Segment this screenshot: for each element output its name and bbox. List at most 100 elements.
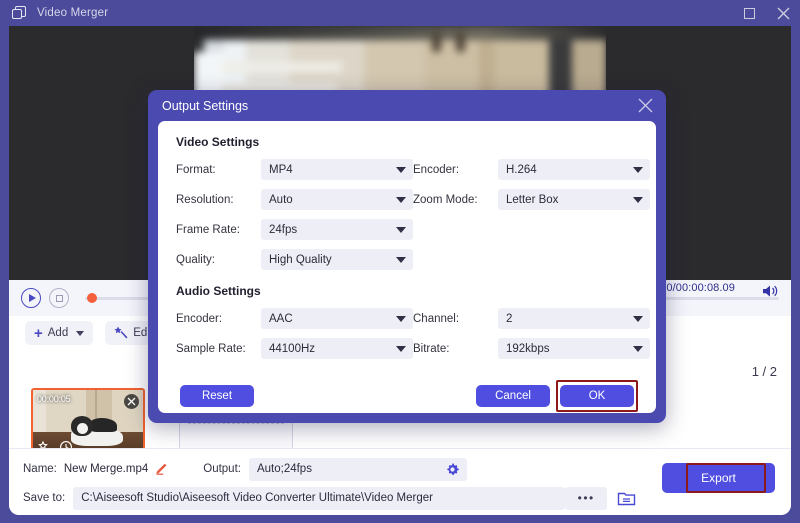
name-label: Name:: [23, 463, 57, 475]
chevron-down-icon: [396, 316, 406, 322]
add-button-label: Add: [47, 327, 69, 339]
clip-placeholder-divider: [188, 423, 284, 424]
channel-value: 2: [506, 312, 513, 325]
zoom-mode-field: Zoom Mode: Letter Box: [413, 189, 650, 210]
play-icon[interactable]: [21, 288, 41, 308]
resolution-field: Resolution: Auto: [176, 189, 413, 210]
speaker-icon[interactable]: [761, 283, 779, 299]
ok-highlight-box: [556, 380, 638, 412]
settings-row: Resolution: Auto Zoom Mode: Letter Box: [176, 189, 650, 210]
format-value: MP4: [269, 163, 293, 176]
stop-icon[interactable]: [49, 288, 69, 308]
chevron-down-icon: [633, 197, 643, 203]
format-field: Format: MP4: [176, 159, 413, 180]
channel-label: Channel:: [413, 312, 460, 325]
audio-encoder-field: Encoder: AAC: [176, 308, 413, 329]
chevron-down-icon: [633, 316, 643, 322]
chevron-down-icon: [633, 167, 643, 173]
audio-encoder-label: Encoder:: [176, 312, 223, 325]
pencil-icon[interactable]: [154, 463, 167, 476]
frame-rate-select[interactable]: 24fps: [261, 219, 413, 240]
chevron-down-icon[interactable]: [76, 330, 85, 336]
output-value: Auto;24fps: [256, 463, 312, 475]
video-encoder-field: Encoder: H.264: [413, 159, 650, 180]
frame-rate-field: Frame Rate: 24fps: [176, 219, 413, 240]
title-bar: Video Merger: [0, 0, 800, 26]
save-to-label: Save to:: [23, 492, 66, 504]
video-encoder-select[interactable]: H.264: [498, 159, 650, 180]
window-frame-right: [791, 26, 800, 515]
zoom-mode-select[interactable]: Letter Box: [498, 189, 650, 210]
bitrate-select[interactable]: 192kbps: [498, 338, 650, 359]
quality-value: High Quality: [269, 253, 332, 266]
chevron-down-icon: [396, 257, 406, 263]
settings-row: Frame Rate: 24fps: [176, 219, 638, 240]
chevron-down-icon: [396, 346, 406, 352]
resolution-label: Resolution:: [176, 193, 234, 206]
resolution-select[interactable]: Auto: [261, 189, 413, 210]
page-indicator: 1 / 2: [751, 364, 777, 379]
output-settings-field[interactable]: Auto;24fps: [248, 457, 467, 481]
export-panel: Name: New Merge.mp4 Output: Auto;24fps S…: [9, 448, 791, 515]
add-button[interactable]: + Add: [25, 321, 94, 345]
audio-encoder-value: AAC: [269, 312, 293, 325]
save-path-value: C:\Aiseesoft Studio\Aiseesoft Video Conv…: [81, 492, 433, 504]
window-frame-left: [0, 26, 9, 515]
window-frame-bottom: [0, 515, 800, 523]
cancel-button[interactable]: Cancel: [476, 385, 550, 407]
sample-rate-label: Sample Rate:: [176, 342, 246, 355]
reset-button[interactable]: Reset: [180, 385, 254, 407]
quality-label: Quality:: [176, 253, 215, 266]
maximize-icon[interactable]: [732, 0, 766, 26]
close-icon[interactable]: [766, 0, 800, 26]
frame-rate-value: 24fps: [269, 223, 298, 236]
playhead-handle-icon[interactable]: [87, 293, 97, 303]
save-path-field[interactable]: C:\Aiseesoft Studio\Aiseesoft Video Conv…: [73, 486, 566, 510]
bitrate-field: Bitrate: 192kbps: [413, 338, 650, 359]
resolution-value: Auto: [269, 193, 293, 206]
frame-rate-label: Frame Rate:: [176, 223, 240, 236]
bitrate-value: 192kbps: [506, 342, 550, 355]
dialog-header: Output Settings: [148, 90, 666, 121]
quality-select[interactable]: High Quality: [261, 249, 413, 270]
video-encoder-label: Encoder:: [413, 163, 460, 176]
sample-rate-select[interactable]: 44100Hz: [261, 338, 413, 359]
browse-button[interactable]: •••: [565, 486, 608, 510]
export-highlight-box: [686, 463, 766, 493]
settings-row: Sample Rate: 44100Hz Bitrate: 192kbps: [176, 338, 650, 359]
output-settings-dialog: Output Settings Video Settings Format: M…: [148, 90, 666, 423]
video-settings-heading: Video Settings: [176, 135, 260, 149]
plus-icon: +: [34, 324, 43, 342]
video-encoder-value: H.264: [506, 163, 537, 176]
sample-rate-field: Sample Rate: 44100Hz: [176, 338, 413, 359]
zoom-mode-value: Letter Box: [506, 193, 559, 206]
dialog-footer: Reset Cancel OK: [158, 379, 656, 413]
clip-duration: 00:00:05: [37, 394, 71, 404]
dialog-body: Video Settings Format: MP4 Encoder: H.26…: [158, 121, 656, 379]
settings-row: Encoder: AAC Channel: 2: [176, 308, 650, 329]
audio-encoder-select[interactable]: AAC: [261, 308, 413, 329]
channel-field: Channel: 2: [413, 308, 650, 329]
dialog-title: Output Settings: [162, 98, 249, 113]
close-circle-icon[interactable]: [124, 394, 139, 409]
chevron-down-icon: [396, 167, 406, 173]
output-name-value[interactable]: New Merge.mp4: [64, 463, 148, 475]
gear-icon[interactable]: [445, 462, 460, 477]
audio-settings-heading: Audio Settings: [176, 284, 261, 298]
chevron-down-icon: [396, 197, 406, 203]
magic-wand-icon: [114, 325, 128, 342]
zoom-mode-label: Zoom Mode:: [413, 193, 478, 206]
output-label: Output:: [203, 463, 241, 475]
settings-row: Format: MP4 Encoder: H.264: [176, 159, 650, 180]
format-select[interactable]: MP4: [261, 159, 413, 180]
sample-rate-value: 44100Hz: [269, 342, 316, 355]
settings-row: Quality: High Quality: [176, 249, 638, 270]
quality-field: Quality: High Quality: [176, 249, 413, 270]
close-icon[interactable]: [637, 97, 654, 114]
bitrate-label: Bitrate:: [413, 342, 450, 355]
folder-icon[interactable]: [617, 490, 636, 507]
video-merger-app: Video Merger 00.00/00:00:08.09 + Add Edi…: [0, 0, 800, 523]
ok-button-wrapper: OK: [556, 380, 638, 412]
chevron-down-icon: [633, 346, 643, 352]
channel-select[interactable]: 2: [498, 308, 650, 329]
